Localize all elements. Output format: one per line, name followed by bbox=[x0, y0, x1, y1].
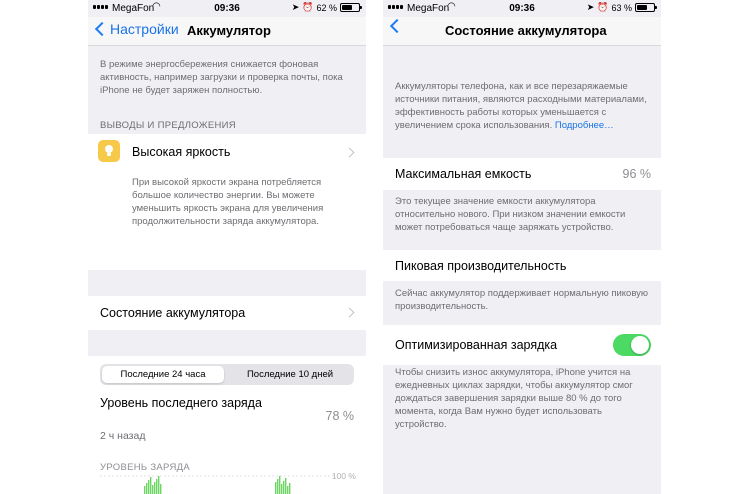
chart-bar bbox=[277, 479, 279, 494]
segment-last-10-days[interactable]: Последние 10 дней bbox=[228, 366, 352, 383]
charge-level-chart bbox=[100, 475, 352, 494]
chevron-right-icon bbox=[344, 147, 355, 158]
high-brightness-cell[interactable]: Высокая яркость При высокой яркости экра… bbox=[88, 134, 366, 270]
optimized-charging-toggle[interactable] bbox=[613, 334, 651, 356]
chart-bar bbox=[289, 483, 291, 494]
battery-percent: 62 % bbox=[316, 2, 337, 13]
back-label: Настройки bbox=[110, 21, 179, 37]
battery-health-label: Состояние аккумулятора bbox=[100, 306, 246, 320]
chart-bar bbox=[281, 484, 283, 494]
chart-bar bbox=[150, 477, 152, 494]
page-title: Состояние аккумулятора bbox=[445, 23, 607, 38]
chart-bar bbox=[156, 479, 158, 494]
location-icon: ➤ bbox=[291, 2, 300, 12]
max-capacity-value: 96 % bbox=[622, 167, 652, 181]
more-link[interactable]: Подробнее… bbox=[555, 120, 614, 131]
status-bar: MegaFon ◠ 09:36 ➤ ⏰ 62 % bbox=[88, 0, 366, 17]
location-icon: ➤ bbox=[586, 2, 595, 12]
chart-bar bbox=[279, 476, 281, 494]
high-brightness-description: При высокой яркости экрана потребляется … bbox=[132, 177, 324, 227]
peak-performance-description: Сейчас аккумулятор поддерживает нормальн… bbox=[395, 288, 649, 312]
chart-bar bbox=[144, 486, 146, 494]
chart-bar bbox=[275, 482, 277, 494]
battery-intro-text: Аккумуляторы телефона, как и все перезар… bbox=[395, 80, 653, 132]
max-capacity-cell: Максимальная емкость 96 % bbox=[383, 158, 661, 190]
toggle-knob bbox=[631, 336, 649, 354]
chevron-left-icon bbox=[389, 18, 405, 34]
page-title: Аккумулятор bbox=[187, 23, 271, 38]
chevron-right-icon bbox=[344, 307, 355, 318]
optimized-charging-description: Чтобы снизить износ аккумулятора, iPhone… bbox=[395, 367, 633, 430]
last-charge-time: 2 ч назад bbox=[100, 430, 146, 442]
peak-performance-cell: Пиковая производительность bbox=[383, 250, 661, 281]
back-button[interactable]: Настройки bbox=[93, 21, 179, 37]
alarm-icon: ⏰ bbox=[302, 2, 314, 12]
back-button[interactable] bbox=[388, 18, 405, 34]
chart-bar bbox=[285, 478, 287, 494]
max-capacity-label: Максимальная емкость bbox=[395, 167, 532, 181]
last-charge-title: Уровень последнего заряда bbox=[100, 396, 262, 410]
optimized-charging-cell: Оптимизированная зарядка bbox=[383, 325, 661, 365]
chart-bar bbox=[148, 480, 150, 494]
low-power-description: В режиме энергосбережения снижается фоно… bbox=[100, 59, 343, 96]
battery-icon bbox=[635, 3, 657, 12]
alarm-icon: ⏰ bbox=[597, 2, 609, 12]
chart-bar bbox=[160, 484, 162, 494]
battery-health-screen: MegaFon ◠ 09:36 ➤ ⏰ 63 % Состояние аккум… bbox=[383, 0, 661, 494]
last-charge-value: 78 % bbox=[325, 409, 355, 423]
status-bar: MegaFon ◠ 09:36 ➤ ⏰ 63 % bbox=[383, 0, 661, 17]
lightbulb-icon bbox=[98, 140, 120, 162]
segment-last-24-hours[interactable]: Последние 24 часа bbox=[102, 366, 224, 383]
chart-bar bbox=[287, 486, 289, 494]
battery-percent: 63 % bbox=[611, 2, 632, 13]
chart-bar bbox=[146, 483, 148, 494]
charge-level-header: УРОВЕНЬ ЗАРЯДА bbox=[100, 462, 190, 473]
max-capacity-description: Это текущее значение емкости аккумулятор… bbox=[395, 196, 626, 233]
chart-bar bbox=[152, 485, 154, 494]
chart-bar bbox=[158, 476, 160, 494]
battery-icon bbox=[340, 3, 362, 12]
period-segmented-control[interactable]: Последние 24 часа Последние 10 дней bbox=[100, 364, 354, 385]
chart-bar bbox=[154, 482, 156, 494]
high-brightness-title: Высокая яркость bbox=[132, 145, 231, 159]
optimized-charging-label: Оптимизированная зарядка bbox=[395, 338, 558, 352]
battery-health-cell[interactable]: Состояние аккумулятора bbox=[88, 296, 366, 330]
insights-header: ВЫВОДЫ И ПРЕДЛОЖЕНИЯ bbox=[100, 120, 236, 131]
chart-bar bbox=[283, 481, 285, 494]
chart-bars bbox=[144, 476, 291, 494]
nav-bar: Настройки Аккумулятор bbox=[88, 17, 366, 46]
battery-settings-screen: MegaFon ◠ 09:36 ➤ ⏰ 62 % Настройки Аккум… bbox=[88, 0, 366, 494]
peak-performance-label: Пиковая производительность bbox=[395, 259, 567, 273]
nav-bar: Состояние аккумулятора bbox=[383, 17, 661, 46]
chevron-left-icon bbox=[94, 21, 110, 37]
